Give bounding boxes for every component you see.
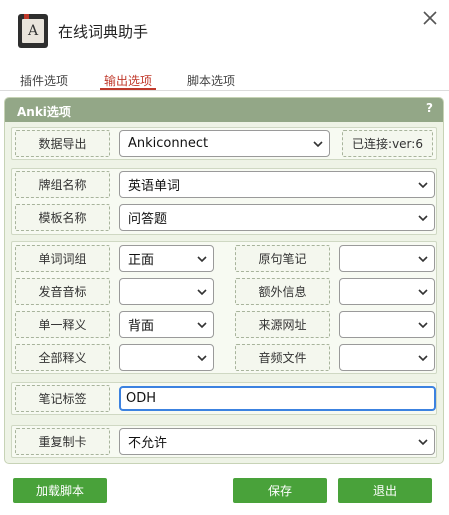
audio-field-label: 音频文件 [235,344,330,371]
export-select[interactable]: Ankiconnect [119,130,330,157]
tab-plugin-options[interactable]: 插件选项 [20,72,68,89]
chevron-down-icon [197,289,207,296]
window-header: A 在线词典助手 [0,0,449,60]
url-field-select[interactable] [339,311,435,338]
deck-value: 英语单词 [128,179,181,194]
phonetic-field-label: 发音音标 [15,278,110,305]
tags-input[interactable] [119,386,436,411]
export-label: 数据导出 [15,130,110,157]
all-defs-field-select[interactable] [119,344,214,371]
connection-status-badge: 已连接:ver:6 [342,130,433,157]
tab-output-options[interactable]: 输出选项 [99,72,157,90]
all-defs-field-label: 全部释义 [15,344,110,371]
chevron-down-icon [313,141,323,148]
app-title: 在线词典助手 [58,23,149,41]
tags-label: 笔记标签 [15,385,110,412]
single-def-field-select[interactable]: 背面 [119,311,214,338]
export-value: Ankiconnect [128,136,209,151]
chevron-down-icon [418,215,428,222]
sentence-field-label: 原句笔记 [235,245,330,272]
chevron-down-icon [418,439,428,446]
deck-model-group: 牌组名称 英语单词 模板名称 问答题 [11,168,437,235]
model-select[interactable]: 问答题 [119,204,435,231]
deck-select[interactable]: 英语单词 [119,171,435,198]
duplicate-value: 不允许 [128,436,168,451]
chevron-down-icon [418,355,428,362]
word-field-value: 正面 [128,253,155,268]
duplicate-select[interactable]: 不允许 [119,428,435,455]
anki-options-panel: Anki选项 ? 数据导出 Ankiconnect 已连接:ver:6 牌组名称… [4,97,444,464]
tab-script-options[interactable]: 脚本选项 [187,72,235,89]
dictionary-app-icon: A [18,14,48,48]
chevron-down-icon [197,256,207,263]
model-label: 模板名称 [15,204,110,231]
extra-field-select[interactable] [339,278,435,305]
duplicate-label: 重复制卡 [15,428,110,455]
word-field-select[interactable]: 正面 [119,245,214,272]
panel-header: Anki选项 ? [5,98,443,122]
tags-group: 笔记标签 [11,382,437,415]
chevron-down-icon [418,289,428,296]
options-tabs: 插件选项 输出选项 脚本选项 [0,68,449,90]
chevron-down-icon [418,182,428,189]
duplicate-group: 重复制卡 不允许 [11,425,437,458]
deck-label: 牌组名称 [15,171,110,198]
panel-title: Anki选项 [17,105,71,119]
exit-button[interactable]: 退出 [338,478,432,503]
chevron-down-icon [418,256,428,263]
extra-field-label: 额外信息 [235,278,330,305]
word-field-label: 单词词组 [15,245,110,272]
sentence-field-select[interactable] [339,245,435,272]
url-field-label: 来源网址 [235,311,330,338]
phonetic-field-select[interactable] [119,278,214,305]
tab-divider [0,90,449,91]
load-script-button[interactable]: 加载脚本 [13,478,107,503]
field-mapping-group: 单词词组 正面 原句笔记 发音音标 额外信息 单一释义 背面 来源网址 全部释义… [11,241,437,374]
save-button[interactable]: 保存 [233,478,327,503]
chevron-down-icon [197,322,207,329]
export-group: 数据导出 Ankiconnect 已连接:ver:6 [11,127,437,160]
audio-field-select[interactable] [339,344,435,371]
help-icon[interactable]: ? [426,101,433,115]
close-icon[interactable] [420,8,440,28]
single-def-field-label: 单一释义 [15,311,110,338]
dictionary-letter: A [22,19,44,43]
chevron-down-icon [197,355,207,362]
model-value: 问答题 [128,212,168,227]
chevron-down-icon [418,322,428,329]
single-def-field-value: 背面 [128,319,155,334]
